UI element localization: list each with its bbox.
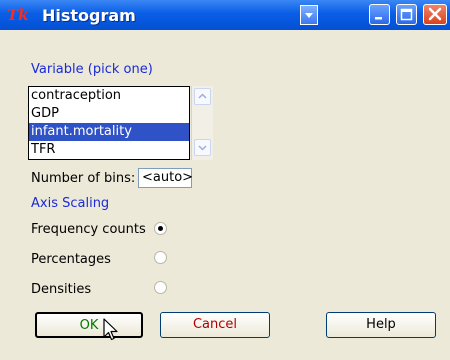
variable-scrollbar[interactable]: [191, 86, 213, 160]
list-item[interactable]: GDP: [29, 105, 189, 123]
title-bar[interactable]: Tk Histogram: [0, 0, 450, 30]
radio-label-densities: Densities: [31, 282, 92, 297]
help-button[interactable]: Help: [326, 312, 436, 338]
list-item[interactable]: TFR: [29, 141, 189, 159]
dialog-body: [0, 30, 450, 360]
list-item[interactable]: contraception: [29, 87, 189, 105]
radio-densities[interactable]: [154, 281, 167, 294]
list-item-selected[interactable]: infant.mortality: [29, 123, 189, 141]
scroll-down-icon[interactable]: [194, 139, 211, 156]
radio-label-percentages: Percentages: [31, 252, 111, 267]
maximize-button[interactable]: [396, 4, 417, 25]
radio-percentages[interactable]: [154, 251, 167, 264]
axis-scaling-label: Axis Scaling: [31, 196, 110, 211]
tk-logo-icon: Tk: [7, 6, 29, 24]
bins-input[interactable]: <auto>: [138, 168, 193, 188]
ok-button[interactable]: OK: [35, 312, 143, 338]
window-title: Histogram: [42, 6, 136, 25]
minimize-button[interactable]: [369, 4, 390, 25]
scroll-up-icon[interactable]: [194, 88, 211, 105]
cancel-button[interactable]: Cancel: [160, 312, 270, 338]
variable-listbox[interactable]: contraception GDP infant.mortality TFR: [28, 86, 190, 160]
histogram-dialog: Tk Histogram Variable (pick one) contrac…: [0, 0, 450, 360]
mouse-pointer-icon: [103, 318, 119, 346]
close-button[interactable]: [423, 4, 447, 25]
radio-frequency-counts[interactable]: [154, 222, 167, 235]
bins-label: Number of bins:: [31, 171, 136, 186]
radio-label-frequency: Frequency counts: [31, 222, 146, 237]
variable-section-label: Variable (pick one): [31, 62, 153, 77]
window-menu-dropdown-icon[interactable]: [300, 5, 318, 25]
